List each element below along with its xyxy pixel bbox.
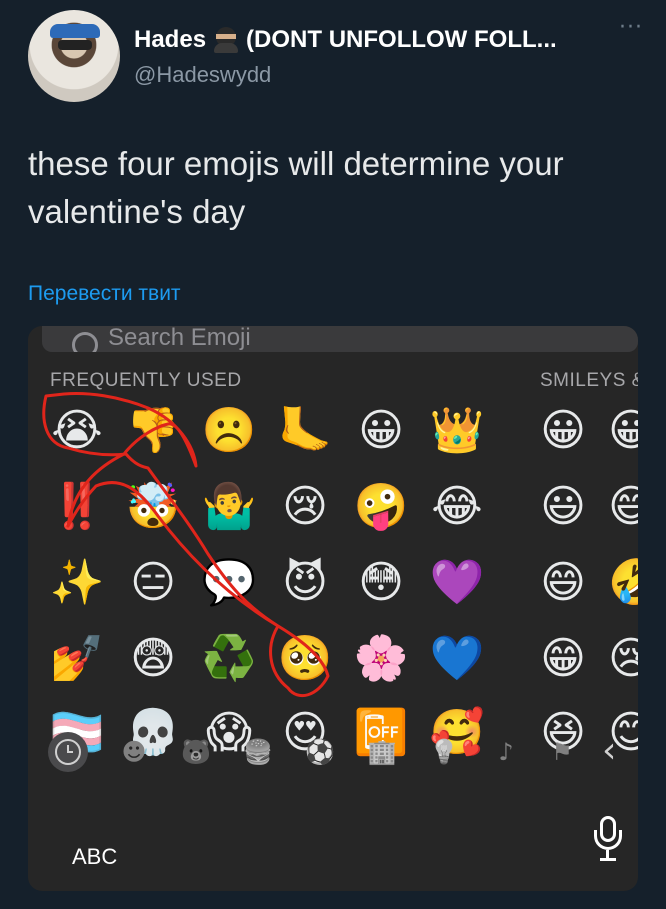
abc-key[interactable]: ABC (72, 844, 117, 870)
frequently-used-label: FREQUENTLY USED (50, 370, 242, 391)
symbols-icon[interactable]: ♪ (486, 732, 526, 772)
emoji-key[interactable]: ✨ (46, 552, 108, 614)
emoji-search-placeholder: Search Emoji (108, 326, 251, 351)
emoji-key[interactable]: 😀 (532, 400, 594, 462)
emoji-key[interactable]: 👎 (122, 400, 184, 462)
emoji-key[interactable]: 💅 (46, 628, 108, 690)
emoji-key[interactable]: 🥺 (274, 628, 336, 690)
translate-tweet-link[interactable]: Перевести твит (28, 282, 181, 306)
ninja-emoji-icon (212, 27, 240, 53)
emoji-key[interactable]: 😭 (46, 400, 108, 462)
emoji-key[interactable]: 💜 (426, 552, 488, 614)
smileys-label: SMILEYS & (540, 370, 638, 391)
emoji-key[interactable]: 😀 (350, 400, 412, 462)
emoji-key[interactable]: 😁 (532, 628, 594, 690)
emoji-keyboard-screenshot: Search Emoji FREQUENTLY USED SMILEYS & 😭… (28, 326, 638, 891)
emoji-key[interactable]: 😂 (426, 476, 488, 538)
emoji-key[interactable]: 💬 (198, 552, 260, 614)
emoji-key[interactable]: ☹️ (198, 400, 260, 462)
soccer-ball-icon[interactable]: ⚽ (300, 732, 340, 772)
bear-icon[interactable]: 🐻 (176, 732, 216, 772)
lightbulb-icon[interactable]: 💡 (424, 732, 464, 772)
food-icon[interactable]: 🍔 (238, 732, 278, 772)
tweet-text: these four emojis will determine your va… (28, 145, 564, 230)
emoji-key[interactable]: ‼️ (46, 476, 108, 538)
display-name-suffix[interactable]: (DONT UNFOLLOW FOLL... (246, 26, 557, 54)
emoji-key[interactable]: 😨 (122, 628, 184, 690)
building-icon[interactable]: 🏢 (362, 732, 402, 772)
avatar[interactable] (28, 10, 120, 102)
emoji-key[interactable]: 💙 (426, 628, 488, 690)
emoji-key[interactable]: 😈 (274, 552, 336, 614)
emoji-key[interactable]: 🤪 (350, 476, 412, 538)
user-handle[interactable]: @Hadeswydd (134, 62, 271, 88)
more-dots-icon[interactable]: ··· (614, 10, 648, 44)
emoji-key[interactable]: 😑 (122, 552, 184, 614)
emoji-key[interactable]: 😃 (532, 476, 594, 538)
search-icon (72, 332, 98, 352)
emoji-key[interactable]: 🤷‍♂️ (198, 476, 260, 538)
emoji-key[interactable]: ♻️ (198, 628, 260, 690)
emoji-key[interactable]: 😄 (532, 552, 594, 614)
name-row: Hades (DONT UNFOLLOW FOLL... (134, 24, 654, 56)
emoji-category-bar: ‹ ☻ 🐻 🍔 ⚽ 🏢 💡 ♪ ⚑ (28, 728, 638, 778)
emoji-search-field[interactable]: Search Emoji (42, 326, 638, 352)
emoji-key[interactable]: 👑 (426, 400, 488, 462)
emoji-key[interactable]: 🦶 (274, 400, 336, 462)
emoji-key[interactable]: 😀 (608, 400, 638, 462)
chevron-left-icon[interactable]: ‹ (602, 733, 632, 770)
emoji-key[interactable]: 😢 (274, 476, 336, 538)
emoji-key[interactable]: 🤣 (608, 552, 638, 614)
emoji-key[interactable]: 🌸 (350, 628, 412, 690)
emoji-key[interactable]: 🤯 (122, 476, 184, 538)
emoji-key[interactable]: 😢 (608, 628, 638, 690)
smiley-icon[interactable]: ☻ (114, 732, 154, 772)
emoji-key[interactable]: 😳 (350, 552, 412, 614)
flag-icon[interactable]: ⚑ (542, 732, 582, 772)
emoji-key[interactable]: 😅 (608, 476, 638, 538)
display-name[interactable]: Hades (134, 26, 206, 54)
avatar-bandana (50, 24, 100, 38)
microphone-icon[interactable] (592, 816, 624, 866)
clock-icon[interactable] (48, 732, 88, 772)
avatar-sunglasses (58, 40, 92, 50)
tweet-header: Hades (DONT UNFOLLOW FOLL... ··· @Hadesw… (28, 10, 648, 102)
